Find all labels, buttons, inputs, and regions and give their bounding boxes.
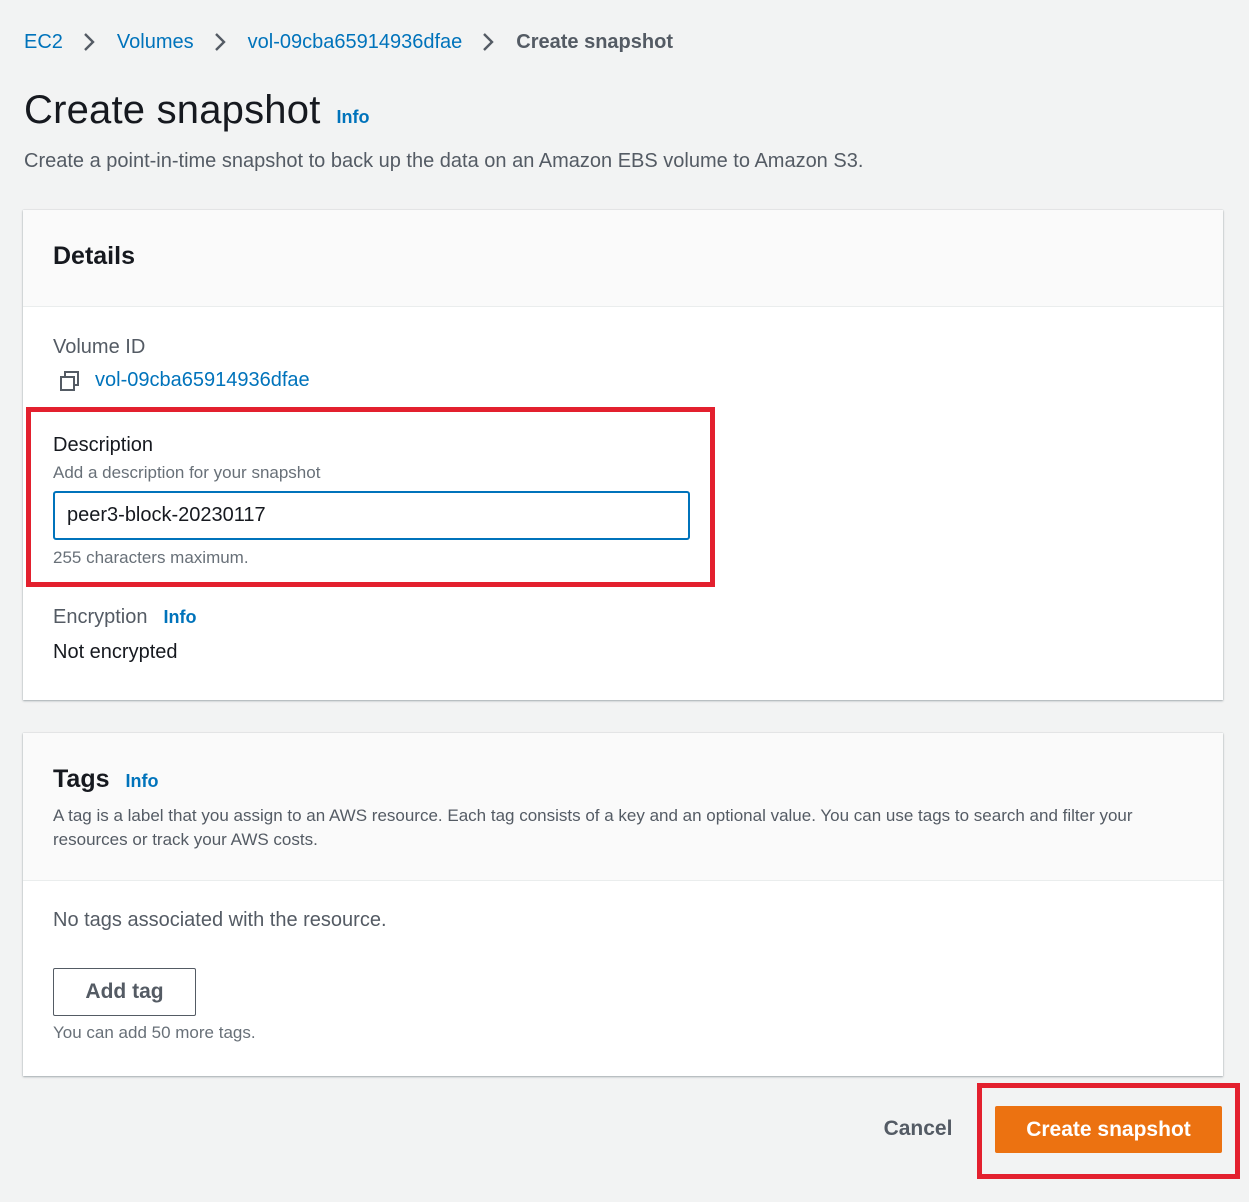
volume-id-field: Volume ID vol-09cba65914936dfae: [53, 336, 310, 392]
encryption-label: Encryption: [53, 606, 148, 628]
encryption-info-link[interactable]: Info: [164, 607, 197, 628]
no-tags-text: No tags associated with the resource.: [53, 909, 387, 931]
copy-icon[interactable]: [59, 370, 81, 392]
volume-id-label: Volume ID: [53, 336, 146, 358]
tags-description: A tag is a label that you assign to an A…: [53, 806, 1133, 849]
tags-info-link[interactable]: Info: [126, 771, 159, 792]
tags-panel: Tags Info A tag is a label that you assi…: [23, 733, 1223, 1076]
breadcrumb-ec2[interactable]: EC2: [24, 31, 63, 54]
details-heading: Details: [53, 242, 135, 270]
details-panel: Details Volume ID vol-09cba65914936dfae …: [23, 210, 1223, 700]
encryption-field: Encryption Info Not encrypted: [53, 606, 197, 664]
tags-header: Tags Info A tag is a label that you assi…: [23, 733, 1223, 881]
chevron-right-icon: [214, 31, 228, 53]
breadcrumb-current: Create snapshot: [516, 30, 673, 53]
tags-limit-text: You can add 50 more tags.: [53, 1023, 256, 1042]
create-snapshot-button[interactable]: Create snapshot: [995, 1106, 1222, 1153]
tags-heading: Tags: [53, 765, 110, 793]
chevron-right-icon: [482, 31, 496, 53]
chevron-right-icon: [83, 31, 97, 53]
breadcrumb-volume-id[interactable]: vol-09cba65914936dfae: [248, 31, 463, 54]
description-input[interactable]: [53, 491, 690, 540]
description-label: Description: [53, 434, 154, 456]
description-field: Description Add a description for your s…: [53, 434, 693, 568]
page-info-link[interactable]: Info: [337, 107, 370, 128]
page-title: Create snapshot: [24, 88, 321, 132]
breadcrumb-volumes[interactable]: Volumes: [117, 31, 194, 54]
page-description: Create a point-in-time snapshot to back …: [24, 150, 864, 172]
encryption-value: Not encrypted: [53, 641, 178, 663]
volume-id-link[interactable]: vol-09cba65914936dfae: [95, 369, 310, 392]
cancel-button[interactable]: Cancel: [866, 1106, 970, 1152]
add-tag-button[interactable]: Add tag: [53, 968, 196, 1016]
details-header: Details: [23, 210, 1223, 307]
page-header: Create snapshot Info: [24, 88, 370, 138]
description-hint: Add a description for your snapshot: [53, 463, 321, 482]
breadcrumb: EC2 Volumes vol-09cba65914936dfae Create…: [24, 28, 673, 56]
description-constraint: 255 characters maximum.: [53, 548, 249, 567]
